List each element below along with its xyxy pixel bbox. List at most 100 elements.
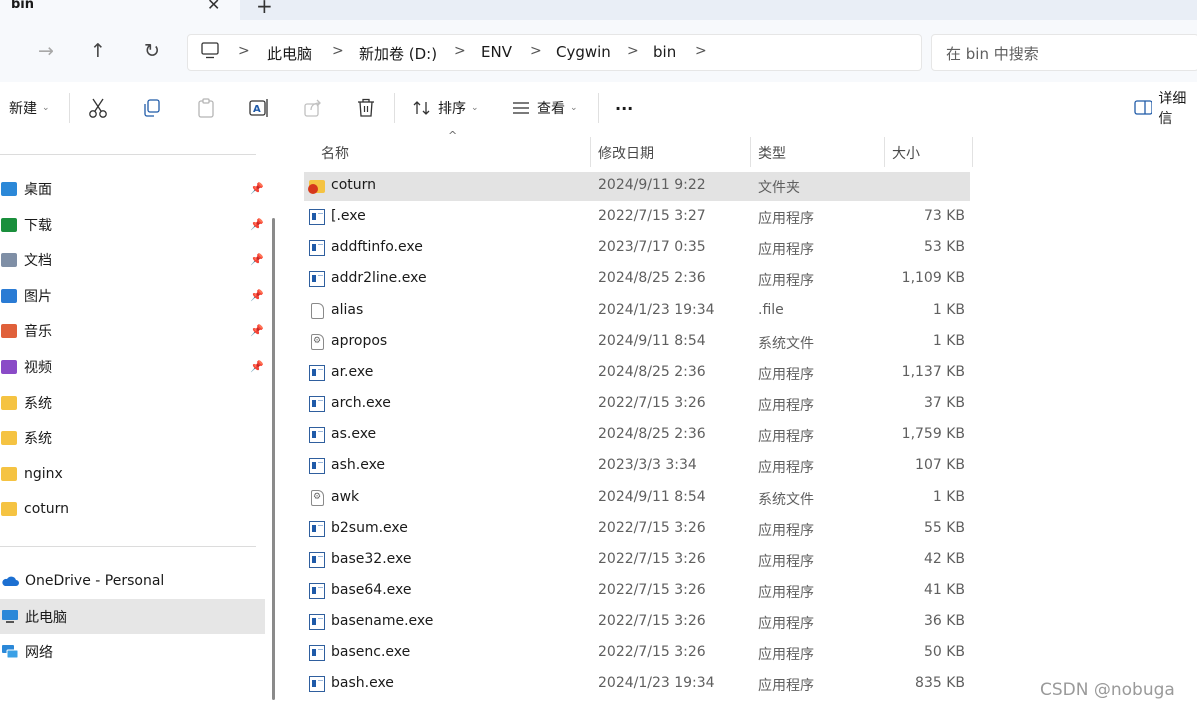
cloud-icon (2, 576, 19, 586)
table-row[interactable]: basenc.exe 2022/7/15 3:26 应用程序 50 KB (304, 638, 970, 669)
tab-bin[interactable] (0, 0, 240, 20)
table-row[interactable]: b2sum.exe 2022/7/15 3:26 应用程序 55 KB (304, 514, 970, 545)
breadcrumb-separator[interactable]: > (627, 43, 639, 59)
file-date: 2023/3/3 3:34 (598, 457, 697, 473)
table-row[interactable]: coturn 2024/9/11 9:22 文件夹 (304, 171, 970, 202)
new-tab-icon[interactable]: + (256, 0, 273, 18)
table-row[interactable]: as.exe 2024/8/25 2:36 应用程序 1,759 KB (304, 420, 970, 451)
file-name: as.exe (331, 426, 377, 442)
sidebar-item-5[interactable]: 音乐 📌 (0, 313, 265, 348)
view-icon (513, 102, 529, 114)
table-row[interactable]: addftinfo.exe 2023/7/17 0:35 应用程序 53 KB (304, 233, 970, 264)
share-icon[interactable] (302, 97, 324, 119)
breadcrumb-separator[interactable]: > (454, 43, 466, 59)
breadcrumb-drive-d[interactable]: 新加卷 (D:) (359, 43, 437, 64)
pin-icon[interactable]: 📌 (250, 253, 264, 266)
details-pane-button[interactable]: 详细信 (1134, 91, 1197, 127)
copy-icon[interactable] (142, 98, 162, 118)
sidebar-item-6[interactable]: 视频 📌 (0, 349, 265, 384)
column-divider[interactable] (972, 137, 973, 167)
table-row[interactable]: alias 2024/1/23 19:34 .file 1 KB (304, 296, 970, 327)
column-header-name[interactable]: 名称 (321, 143, 349, 163)
breadcrumb-separator[interactable]: > (530, 43, 542, 59)
file-size: 1,109 KB (901, 270, 965, 286)
column-divider[interactable] (590, 137, 591, 167)
sidebar-item-3[interactable]: 文档 📌 (0, 242, 265, 277)
sidebar-item-4[interactable]: 图片 📌 (0, 278, 265, 313)
pin-icon[interactable]: 📌 (250, 218, 264, 231)
sidebar-item-network[interactable]: 网络 (0, 634, 265, 669)
paste-icon[interactable] (196, 97, 216, 119)
sidebar-item-label: 系统 (24, 395, 52, 412)
table-row[interactable]: base64.exe 2022/7/15 3:26 应用程序 41 KB (304, 576, 970, 607)
details-label: 详细信 (1158, 91, 1187, 127)
table-row[interactable]: ash.exe 2023/3/3 3:34 应用程序 107 KB (304, 451, 970, 482)
close-tab-icon[interactable]: ✕ (207, 0, 220, 14)
chevron-down-icon: ⌄ (42, 103, 50, 113)
pin-icon[interactable]: 📌 (250, 324, 264, 337)
computer-icon[interactable] (201, 42, 219, 59)
table-row[interactable]: bash.exe 2024/1/23 19:34 应用程序 835 KB (304, 669, 970, 700)
file-date: 2022/7/15 3:26 (598, 520, 706, 536)
folder-icon (1, 501, 17, 516)
pin-icon[interactable]: 📌 (250, 360, 264, 373)
sidebar-item-10[interactable]: coturn (0, 491, 265, 526)
pin-icon[interactable]: 📌 (250, 182, 264, 195)
breadcrumb-cygwin[interactable]: Cygwin (556, 43, 611, 61)
table-row[interactable]: ar.exe 2024/8/25 2:36 应用程序 1,137 KB (304, 358, 970, 389)
sidebar-item-8[interactable]: 系统 (0, 420, 265, 455)
breadcrumb-separator[interactable]: > (695, 43, 707, 59)
refresh-icon[interactable]: ↻ (140, 40, 164, 62)
pin-icon[interactable]: 📌 (250, 289, 264, 302)
file-size: 1 KB (932, 489, 965, 505)
column-header-size[interactable]: 大小 (892, 143, 920, 163)
table-row[interactable]: [.exe 2022/7/15 3:27 应用程序 73 KB (304, 202, 970, 233)
table-row[interactable]: base32.exe 2022/7/15 3:26 应用程序 42 KB (304, 545, 970, 576)
file-type: 应用程序 (758, 273, 814, 289)
sidebar-item-9[interactable]: nginx (0, 456, 265, 491)
file-name: alias (331, 302, 364, 318)
new-button[interactable]: 新建 ⌄ (9, 96, 50, 120)
delete-icon[interactable] (356, 97, 376, 119)
column-divider[interactable] (884, 137, 885, 167)
table-row[interactable]: arch.exe 2022/7/15 3:26 应用程序 37 KB (304, 389, 970, 420)
application-icon (309, 583, 325, 599)
sidebar-item-7[interactable]: 系统 (0, 385, 265, 420)
sort-button[interactable]: 排序 ⌄ (412, 96, 479, 120)
column-divider[interactable] (750, 137, 751, 167)
file-date: 2024/8/25 2:36 (598, 364, 706, 380)
file-type: 应用程序 (758, 678, 814, 694)
sidebar-item-onedrive[interactable]: OneDrive - Personal (0, 563, 265, 598)
breadcrumb-env[interactable]: ENV (481, 43, 512, 61)
file-type: 应用程序 (758, 554, 814, 570)
sidebar-item-1[interactable]: 桌面 📌 (0, 171, 265, 206)
toolbar-divider (598, 93, 599, 123)
file-date: 2022/7/15 3:26 (598, 582, 706, 598)
view-button[interactable]: 查看 ⌄ (511, 96, 578, 120)
file-size: 1,759 KB (901, 426, 965, 442)
column-header-type[interactable]: 类型 (758, 143, 786, 163)
file-name: basename.exe (331, 613, 434, 629)
file-size: 1 KB (932, 302, 965, 318)
table-row[interactable]: addr2line.exe 2024/8/25 2:36 应用程序 1,109 KB (304, 264, 970, 295)
more-options-icon[interactable]: ··· (615, 96, 633, 120)
table-row[interactable]: apropos 2024/9/11 8:54 系统文件 1 KB (304, 327, 970, 358)
up-arrow-icon[interactable]: ↑ (86, 40, 110, 62)
table-row[interactable]: awk 2024/9/11 8:54 系统文件 1 KB (304, 483, 970, 514)
breadcrumb-separator[interactable]: > (238, 43, 250, 59)
toolbar-divider (394, 93, 395, 123)
cut-icon[interactable] (88, 97, 108, 119)
nav-scrollbar[interactable] (272, 218, 275, 700)
breadcrumb-bin[interactable]: bin (653, 43, 676, 61)
table-row[interactable]: basename.exe 2022/7/15 3:26 应用程序 36 KB (304, 607, 970, 638)
sidebar-item-label: 系统 (24, 430, 52, 447)
breadcrumb-this-pc[interactable]: 此电脑 (267, 43, 312, 64)
sidebar-item-label: 下载 (24, 217, 52, 234)
sidebar-item-2[interactable]: 下载 📌 (0, 207, 265, 242)
rename-icon[interactable]: A (248, 97, 270, 119)
forward-arrow-icon[interactable]: → (34, 40, 58, 62)
column-header-date[interactable]: 修改日期 (598, 143, 654, 163)
file-name: basenc.exe (331, 644, 411, 660)
breadcrumb-separator[interactable]: > (332, 43, 344, 59)
sidebar-item-this-pc[interactable]: 此电脑 (0, 599, 265, 634)
